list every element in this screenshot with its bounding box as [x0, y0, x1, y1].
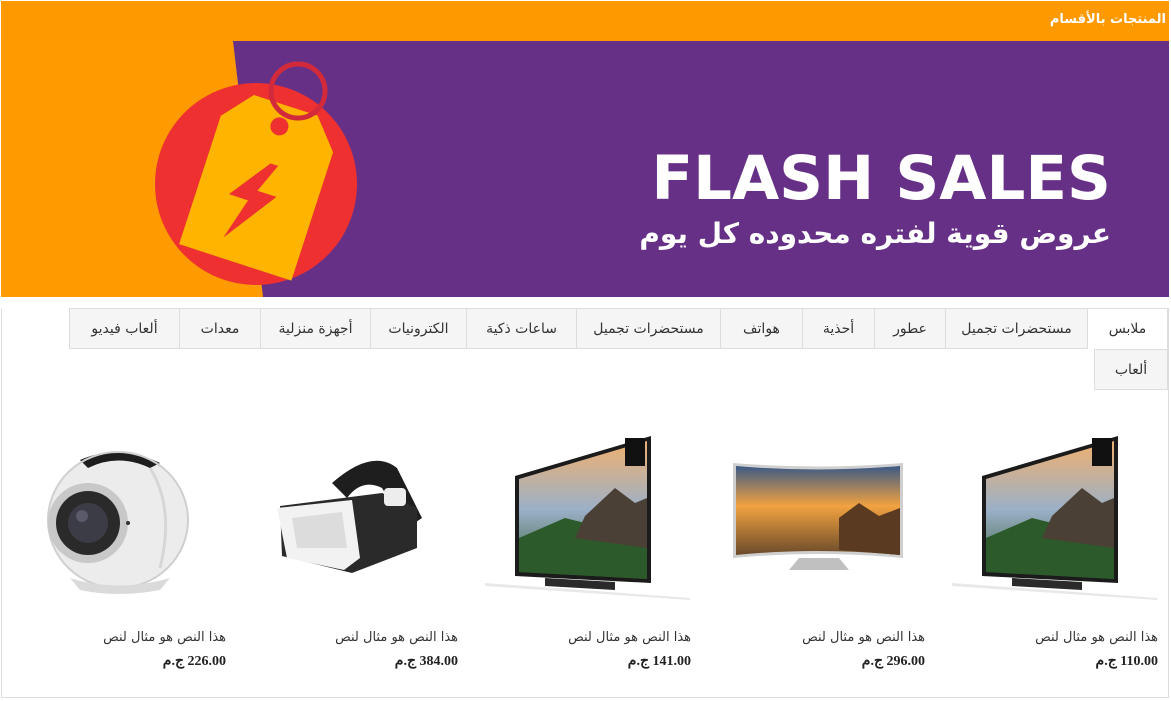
tab-label: الكترونيات [388, 320, 449, 337]
product-name[interactable]: هذا النص هو مثال لنص [335, 630, 458, 645]
flash-sale-tag-icon [155, 61, 357, 285]
tab-label: ساعات ذكية [486, 320, 557, 337]
tab-label: معدات [200, 320, 240, 337]
tab-label: مستحضرات تجميل [593, 320, 704, 337]
tab-video-games[interactable]: ألعاب فيديو [69, 308, 180, 349]
tab-phones[interactable]: هواتف [720, 308, 803, 349]
tab-clothes[interactable]: ملابس [1087, 308, 1168, 349]
banner-title: FLASH SALES [651, 143, 1111, 214]
product-price: 141.00 ج.م [627, 654, 691, 669]
vr-headset-image [277, 460, 422, 573]
tab-label: أجهزة منزلية [278, 320, 353, 337]
product-price: 384.00 ج.م [394, 654, 458, 669]
section-title: المنتجات بالأقسام [1049, 12, 1166, 27]
product-card[interactable]: هذا النص هو مثال لنص 141.00 ج.م [465, 408, 697, 678]
section-header: المنتجات بالأقسام [1, 1, 1169, 41]
tab-label: هواتف [743, 320, 780, 337]
product-name[interactable]: هذا النص هو مثال لنص [802, 630, 925, 645]
tab-smart-watches[interactable]: ساعات ذكية [466, 308, 577, 349]
360-camera-image [47, 451, 189, 594]
tab-shoes[interactable]: أحذية [802, 308, 875, 349]
product-price: 296.00 ج.م [861, 654, 925, 669]
curved-tv-image [733, 463, 903, 570]
tab-home-appliances[interactable]: أجهزة منزلية [260, 308, 371, 349]
tab-label: عطور [893, 320, 927, 337]
product-name[interactable]: هذا النص هو مثال لنص [1035, 630, 1158, 645]
product-card[interactable]: هذا النص هو مثال لنص 110.00 ج.م [932, 408, 1164, 678]
tab-cosmetics-2[interactable]: مستحضرات تجميل [576, 308, 721, 349]
tab-label: ألعاب فيديو [91, 320, 158, 337]
tab-perfumes[interactable]: عطور [874, 308, 946, 349]
product-price: 226.00 ج.م [162, 654, 226, 669]
tab-electronics[interactable]: الكترونيات [370, 308, 467, 349]
banner-subtitle: عروض قوية لفتره محدوده كل يوم [639, 217, 1111, 250]
tab-games[interactable]: ألعاب [1094, 349, 1168, 390]
tab-label: أحذية [822, 320, 855, 337]
product-card[interactable]: هذا النص هو مثال لنص 384.00 ج.م [232, 408, 464, 678]
4k-tv-image [952, 436, 1157, 600]
product-card[interactable]: هذا النص هو مثال لنص 296.00 ج.م [699, 408, 931, 678]
4k-tv-image [485, 436, 690, 600]
product-card[interactable]: هذا النص هو مثال لنص 226.00 ج.م [0, 408, 232, 678]
tab-label: مستحضرات تجميل [961, 320, 1072, 337]
product-name[interactable]: هذا النص هو مثال لنص [103, 630, 226, 645]
tab-label: ألعاب [1114, 361, 1148, 378]
tab-cosmetics[interactable]: مستحضرات تجميل [945, 308, 1088, 349]
flash-sales-banner[interactable]: FLASH SALES عروض قوية لفتره محدوده كل يو… [1, 41, 1169, 297]
tab-label: ملابس [1108, 320, 1147, 337]
product-price: 110.00 ج.م [1095, 654, 1158, 669]
product-name[interactable]: هذا النص هو مثال لنص [568, 630, 691, 645]
tab-equipment[interactable]: معدات [179, 308, 261, 349]
